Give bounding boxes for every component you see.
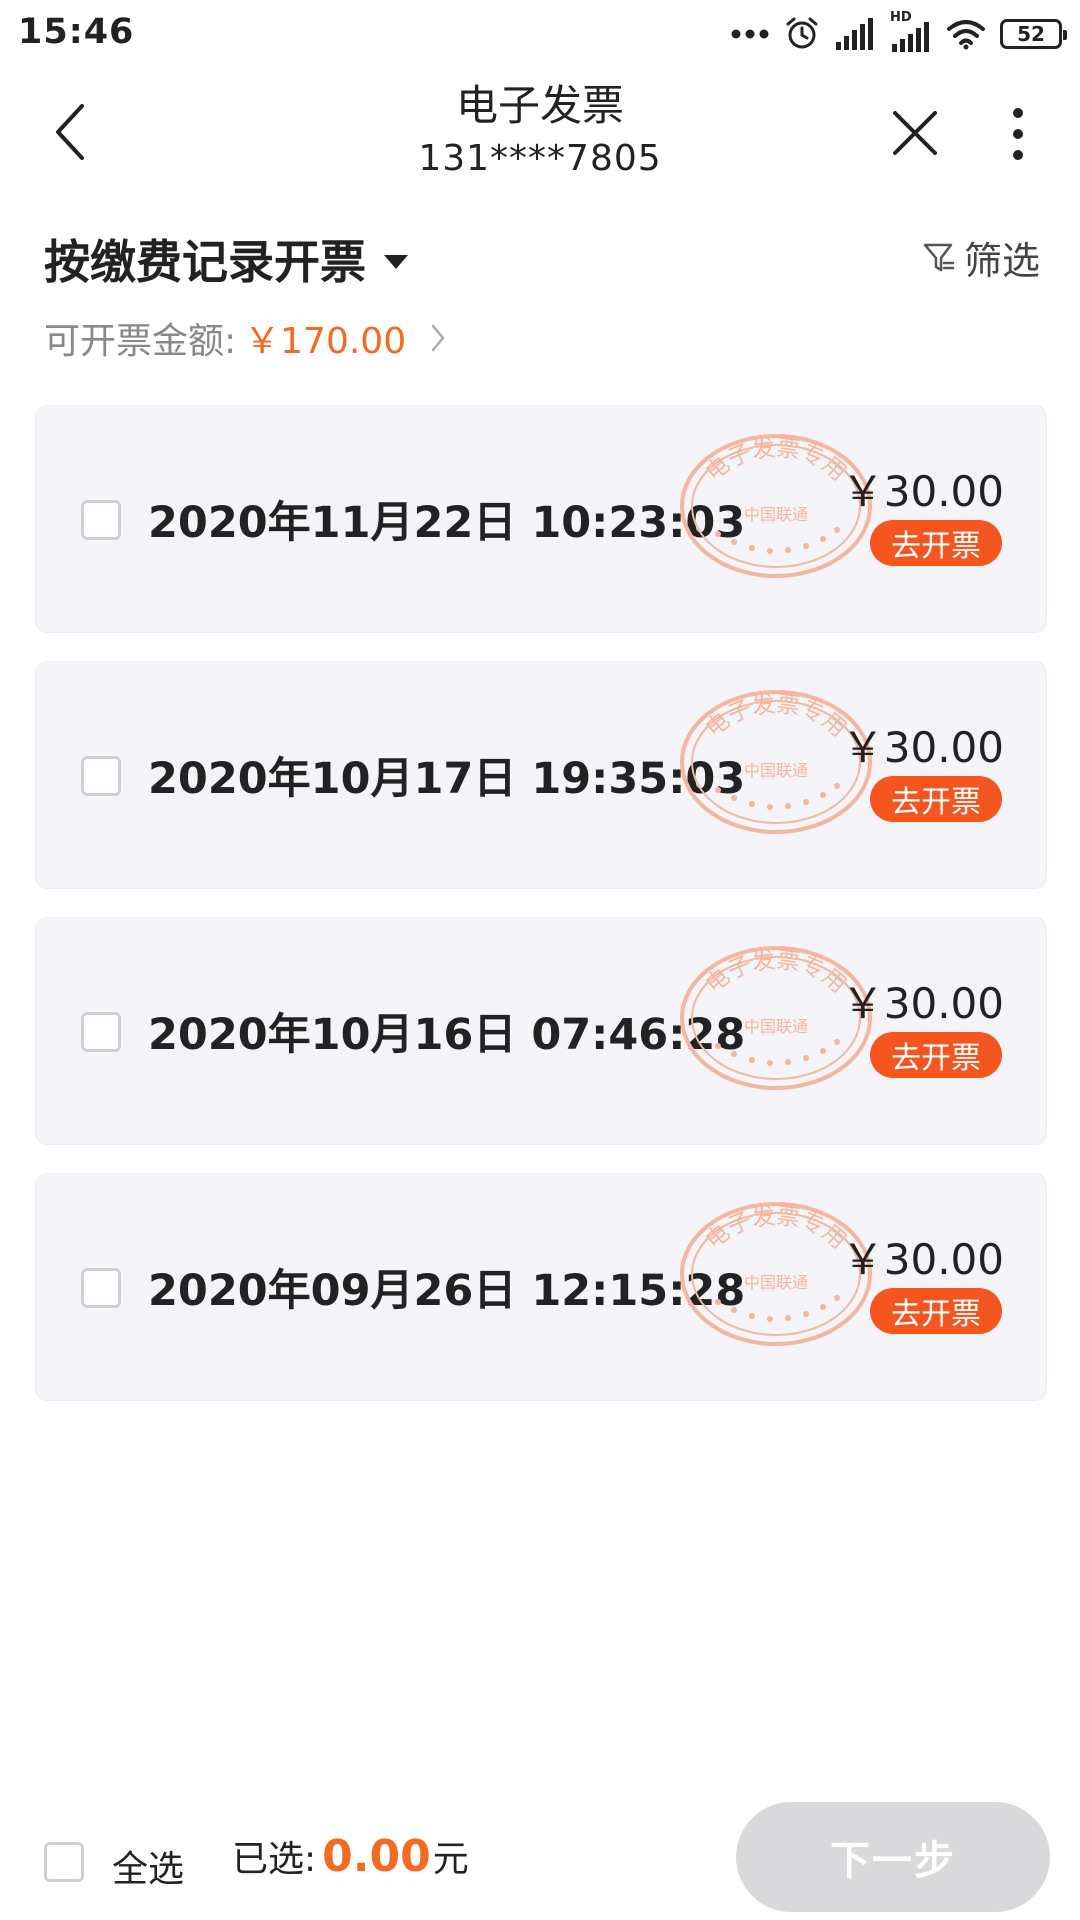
record-date: 2020年09月26日 12:15:28 [148, 1266, 746, 1316]
alarm-icon [786, 17, 818, 49]
issue-invoice-button[interactable]: 去开票 [870, 520, 1002, 566]
filter-label: 筛选 [963, 239, 1040, 283]
record-checkbox[interactable] [81, 500, 121, 540]
filter-icon [923, 243, 955, 271]
stamp-middle-text: 中国联通 [744, 1017, 808, 1036]
stamp-top-text: 电子发票专用 [701, 435, 851, 486]
mode-selector[interactable]: 按缴费记录开票 [44, 226, 408, 292]
record-card[interactable]: 2020年09月26日 12:15:28 电子发票专用 中国联通 ￥30.00 … [35, 1173, 1047, 1401]
close-icon [893, 111, 937, 155]
more-button[interactable] [988, 94, 1048, 174]
chevron-left-icon [56, 104, 84, 160]
signal-hd-icon [892, 22, 929, 52]
stamp-middle-text: 中国联通 [744, 505, 808, 524]
more-dots-icon [731, 29, 769, 39]
back-button[interactable] [40, 92, 100, 172]
invoiceable-amount[interactable]: 可开票金额: ￥170.00 [44, 312, 446, 364]
record-amount: ￥30.00 [841, 1235, 1004, 1284]
more-vertical-icon [1013, 108, 1023, 160]
stamp-top-text: 电子发票专用 [701, 691, 851, 742]
page-title: 电子发票 [455, 81, 624, 130]
wifi-icon [947, 20, 985, 50]
record-date: 2020年10月16日 07:46:28 [148, 1010, 746, 1060]
issue-invoice-button[interactable]: 去开票 [870, 776, 1002, 822]
amount-label: 可开票金额: [44, 321, 237, 362]
amount-value: ￥170.00 [244, 321, 407, 362]
selected-total: 已选: 0.00 元 [232, 1830, 469, 1882]
filter-button[interactable]: 筛选 [922, 230, 1040, 285]
title-area: 电子发票 131****7805 [240, 70, 840, 182]
record-amount: ￥30.00 [841, 979, 1004, 1028]
signal-icon [836, 18, 873, 50]
record-checkbox[interactable] [81, 1012, 121, 1052]
select-all-label[interactable]: 全选 [112, 1840, 184, 1892]
svg-text:电子发票专用: 电子发票专用 [701, 1203, 851, 1254]
issue-invoice-button[interactable]: 去开票 [870, 1288, 1002, 1334]
record-card[interactable]: 2020年10月17日 19:35:03 电子发票专用 中国联通 ￥30.00 … [35, 661, 1047, 889]
svg-text:电子发票专用: 电子发票专用 [701, 435, 851, 486]
battery-level: 52 [1017, 22, 1045, 46]
record-amount: ￥30.00 [841, 467, 1004, 516]
status-bar: 15:46 HD 52 [0, 0, 1080, 66]
close-button[interactable] [880, 98, 950, 168]
phone-number: 131****7805 [418, 138, 662, 179]
record-date: 2020年11月22日 10:23:03 [148, 498, 746, 548]
svg-text:电子发票专用: 电子发票专用 [701, 947, 851, 998]
svg-text:电子发票专用: 电子发票专用 [701, 691, 851, 742]
caret-down-icon [384, 255, 408, 269]
record-date: 2020年10月17日 19:35:03 [148, 754, 746, 804]
battery-icon: 52 [1000, 19, 1067, 49]
record-card[interactable]: 2020年10月16日 07:46:28 电子发票专用 中国联通 ￥30.00 … [35, 917, 1047, 1145]
record-list: 2020年11月22日 10:23:03 电子发票专用 中国联通 ￥30.00 … [35, 405, 1047, 1429]
selected-unit: 元 [432, 1839, 469, 1880]
record-card[interactable]: 2020年11月22日 10:23:03 电子发票专用 中国联通 ￥30.00 … [35, 405, 1047, 633]
selected-label: 已选: [232, 1839, 317, 1880]
stamp-middle-text: 中国联通 [744, 761, 808, 780]
issue-invoice-button[interactable]: 去开票 [870, 1032, 1002, 1078]
select-all-checkbox[interactable] [44, 1842, 84, 1882]
hd-signal: HD [890, 10, 932, 52]
selected-amount: 0.00 [322, 1831, 431, 1882]
chevron-right-icon [431, 324, 445, 352]
next-step-button[interactable]: 下一步 [736, 1802, 1050, 1912]
stamp-top-text: 电子发票专用 [701, 1203, 851, 1254]
mode-title: 按缴费记录开票 [44, 235, 366, 289]
status-icons: HD 52 [730, 10, 1067, 56]
status-time: 15:46 [18, 12, 135, 52]
footer-bar: 全选 已选: 0.00 元 下一步 [0, 1790, 1080, 1920]
stamp-top-text: 电子发票专用 [701, 947, 851, 998]
record-checkbox[interactable] [81, 756, 121, 796]
record-amount: ￥30.00 [841, 723, 1004, 772]
header: 电子发票 131****7805 [0, 70, 1080, 190]
record-checkbox[interactable] [81, 1268, 121, 1308]
stamp-middle-text: 中国联通 [744, 1273, 808, 1292]
